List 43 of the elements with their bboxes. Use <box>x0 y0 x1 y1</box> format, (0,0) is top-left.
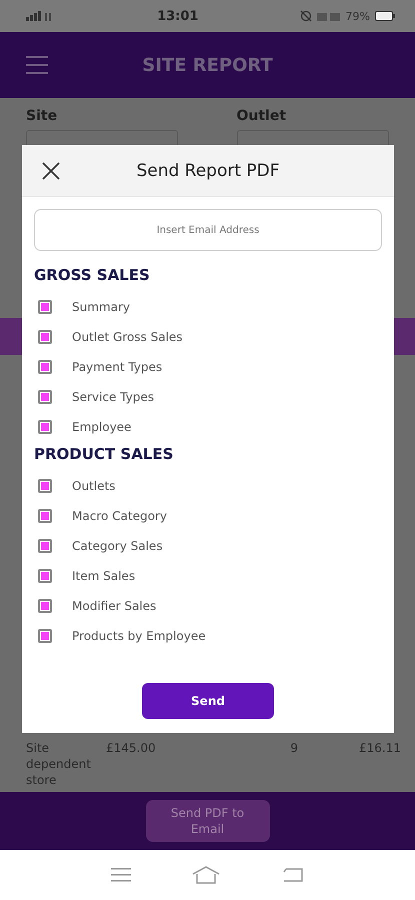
checkbox-label: Summary <box>72 300 130 314</box>
send-button[interactable]: Send <box>142 683 274 719</box>
checkbox[interactable] <box>38 360 52 374</box>
checkbox[interactable] <box>38 420 52 434</box>
checkbox-label: Payment Types <box>72 360 162 374</box>
status-time: 13:01 <box>157 8 198 24</box>
page-title: SITE REPORT <box>141 54 274 76</box>
checkbox-label: Service Types <box>72 390 154 404</box>
checkbox-label: Macro Category <box>72 509 167 523</box>
checkbox-label: Outlets <box>72 479 116 493</box>
checkbox-label: Item Sales <box>72 569 136 583</box>
checkbox-label: Employee <box>72 420 132 434</box>
table-cell-text: £16.11 <box>358 740 401 757</box>
close-icon[interactable] <box>42 162 60 180</box>
checkbox[interactable] <box>38 300 52 314</box>
checkbox-label: Modifier Sales <box>72 599 156 613</box>
checkbox[interactable] <box>38 509 52 523</box>
checkbox[interactable] <box>38 330 52 344</box>
checkbox-label: Category Sales <box>72 539 163 553</box>
battery-percentage: 79% <box>346 10 370 22</box>
table-cell-text: 9 <box>289 740 298 757</box>
checkbox[interactable] <box>38 569 52 583</box>
menu-icon[interactable] <box>26 56 48 74</box>
table-cell-text: £145.00 <box>106 740 157 757</box>
filter-label: Outlet <box>236 108 288 124</box>
checkbox-label: Products by Employee <box>72 629 206 643</box>
checkbox[interactable] <box>38 479 52 493</box>
section-heading: GROSS SALES <box>34 266 151 284</box>
dialog-title: Send Report PDF <box>135 160 281 180</box>
battery-icon <box>375 11 395 21</box>
home-icon[interactable] <box>192 866 220 884</box>
section-heading: PRODUCT SALES <box>34 445 174 463</box>
checkbox-label: Outlet Gross Sales <box>72 330 183 344</box>
checkbox[interactable] <box>38 539 52 553</box>
alarm-off-icon <box>300 10 312 22</box>
back-icon[interactable] <box>282 867 304 883</box>
filter-label: Site <box>26 108 58 124</box>
checkbox[interactable] <box>38 390 52 404</box>
table-cell-text: Site dependent store <box>26 740 92 788</box>
checkbox[interactable] <box>38 599 52 613</box>
menu-icon[interactable] <box>110 867 131 883</box>
checkbox[interactable] <box>38 629 52 643</box>
email-field[interactable]: Insert Email Address <box>34 209 382 251</box>
